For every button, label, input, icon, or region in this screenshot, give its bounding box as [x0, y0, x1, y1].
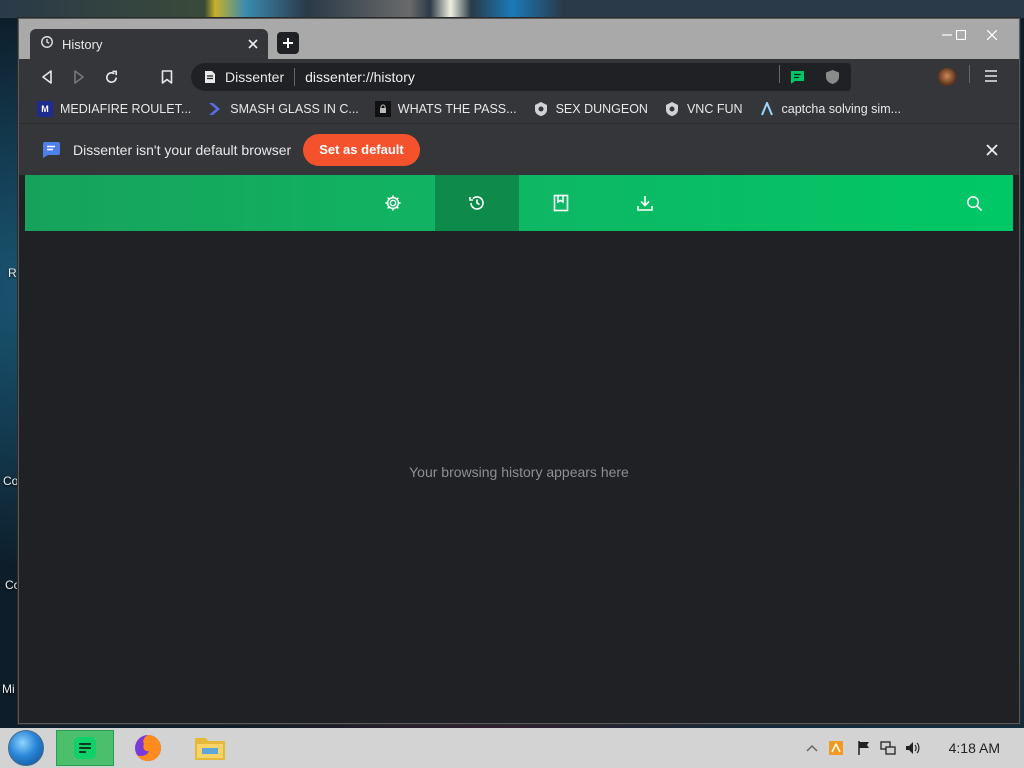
- settings-icon[interactable]: [351, 175, 435, 231]
- file-explorer-icon[interactable]: [190, 730, 230, 766]
- volume-icon[interactable]: [904, 740, 920, 756]
- tab-history[interactable]: History: [30, 29, 268, 59]
- bookmark-item[interactable]: VNC FUN: [664, 101, 743, 117]
- tab-title: History: [62, 36, 103, 52]
- profile-avatar[interactable]: [938, 68, 956, 86]
- dissenter-app-icon[interactable]: [56, 730, 114, 766]
- action-center-flag-icon[interactable]: [856, 740, 872, 756]
- dissenter-logo-icon: [41, 141, 61, 159]
- dissenter-comments-icon[interactable]: [789, 70, 806, 85]
- shield-icon[interactable]: [825, 69, 840, 85]
- dungeon-icon: [533, 101, 549, 117]
- maximize-icon[interactable]: [946, 23, 976, 47]
- history-icon[interactable]: [435, 175, 519, 231]
- bookmark-label: VNC FUN: [686, 102, 743, 116]
- close-tab-icon[interactable]: [242, 33, 264, 55]
- bookmark-label: WHATS THE PASS...: [397, 102, 517, 116]
- address-bar[interactable]: Dissenter dissenter://history: [191, 63, 851, 91]
- history-page-nav: [25, 175, 1013, 231]
- bookmark-label: MEDIAFIRE ROULET...: [60, 102, 192, 116]
- toolbar: Dissenter dissenter://history: [19, 59, 1019, 95]
- history-content: Your browsing history appears here: [25, 231, 1013, 715]
- desktop-icon-label[interactable]: Mi: [2, 682, 15, 696]
- omnibox-separator: [294, 68, 296, 86]
- site-name: Dissenter: [225, 69, 285, 85]
- bookmark-item[interactable]: SMASH GLASS IN C...: [207, 101, 359, 117]
- taskbar-clock[interactable]: 4:18 AM: [949, 740, 1000, 756]
- reload-button[interactable]: [98, 64, 124, 90]
- mediafire-icon: M: [37, 101, 53, 117]
- captcha-icon: [759, 101, 775, 117]
- dissenter-page-icon: [203, 70, 217, 84]
- toolbar-divider: [969, 65, 970, 83]
- firefox-icon[interactable]: [128, 730, 168, 766]
- title-bar[interactable]: History: [19, 19, 1019, 59]
- set-as-default-button[interactable]: Set as default: [303, 133, 420, 166]
- bookmarks-icon[interactable]: [519, 175, 603, 231]
- bookmark-item[interactable]: captcha solving sim...: [759, 101, 902, 117]
- start-button[interactable]: [8, 730, 44, 766]
- desktop-icon-label[interactable]: Co: [3, 474, 18, 488]
- default-browser-infobar: Dissenter isn't your default browser Set…: [19, 123, 1019, 175]
- back-button[interactable]: [34, 64, 60, 90]
- downloads-icon[interactable]: [603, 175, 687, 231]
- network-icon[interactable]: [880, 740, 896, 756]
- bookmark-item[interactable]: SEX DUNGEON: [533, 101, 648, 117]
- smash-glass-icon: [207, 101, 223, 117]
- menu-icon[interactable]: [985, 69, 997, 83]
- new-tab-button[interactable]: [277, 32, 299, 54]
- bookmark-label: captcha solving sim...: [781, 102, 902, 116]
- close-icon[interactable]: [977, 23, 1007, 47]
- empty-history-message: Your browsing history appears here: [409, 463, 629, 480]
- desktop-icons-strip: [0, 0, 1024, 18]
- taskbar: 4:18 AM: [0, 728, 1024, 768]
- bookmark-item[interactable]: WHATS THE PASS...: [374, 101, 517, 117]
- show-hidden-icons-icon[interactable]: [804, 740, 820, 756]
- infobar-message: Dissenter isn't your default browser: [73, 141, 292, 158]
- tray-app-icon[interactable]: [828, 740, 844, 756]
- desktop-icon-label[interactable]: R: [8, 266, 17, 280]
- browser-window: History Dissenter dissenter://history M …: [18, 18, 1020, 724]
- close-infobar-icon[interactable]: [981, 139, 1003, 161]
- history-icon: [40, 35, 54, 54]
- omnibox-divider: [779, 65, 780, 83]
- bookmarks-bar: M MEDIAFIRE ROULET... SMASH GLASS IN C..…: [19, 95, 1019, 123]
- bookmark-label: SEX DUNGEON: [555, 102, 648, 116]
- url-text[interactable]: dissenter://history: [305, 69, 415, 85]
- bookmark-label: SMASH GLASS IN C...: [230, 102, 359, 116]
- vnc-icon: [664, 101, 680, 117]
- password-icon: [374, 101, 391, 117]
- search-icon[interactable]: [939, 175, 1009, 231]
- bookmark-item[interactable]: M MEDIAFIRE ROULET...: [37, 101, 191, 117]
- forward-button[interactable]: [66, 64, 92, 90]
- bookmark-page-button[interactable]: [154, 64, 180, 90]
